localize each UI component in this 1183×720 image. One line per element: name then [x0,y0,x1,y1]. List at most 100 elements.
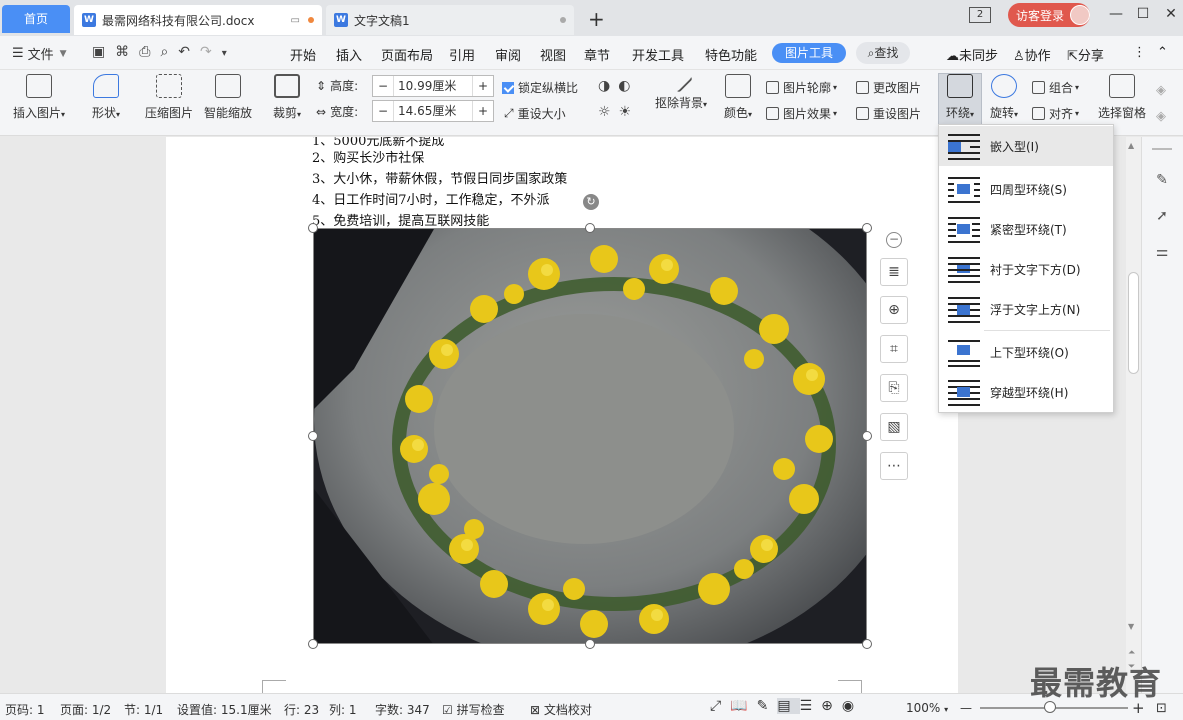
resize-handle-bottom[interactable] [585,639,595,649]
resize-handle-top-left[interactable] [308,223,318,233]
width-stepper[interactable]: − 14.65厘米 + [372,100,494,122]
more-tools-icon[interactable]: ⋯ [880,452,908,480]
layout-options-icon[interactable]: ≣ [880,258,908,286]
pen-icon[interactable]: ✎ [1154,172,1170,188]
width-input[interactable]: 14.65厘米 [393,101,473,121]
rotate-button[interactable]: 旋转▾ [986,74,1022,121]
maximize-button[interactable]: ☐ [1133,6,1153,22]
remove-background-button[interactable]: 抠除背景▾ [652,68,710,111]
reading-mode-icon[interactable]: 📖 [730,698,756,714]
vertical-scrollbar[interactable] [1126,137,1141,693]
sync-status[interactable]: ☁未同步 [946,45,998,64]
wrap-option-tight[interactable]: 紧密型环绕(T) [939,209,1113,249]
selected-picture[interactable] [313,228,867,644]
align-button[interactable]: 对齐 ▾ [1032,105,1079,122]
resize-handle-left[interactable] [308,431,318,441]
brightness-up-icon[interactable]: ☼ [598,104,619,120]
format-painter-icon[interactable]: ⌘ [115,44,139,60]
collapse-ribbon-icon[interactable]: ⌃ [1157,45,1168,60]
width-increment-button[interactable]: + [473,104,493,118]
wrap-option-in-front[interactable]: 浮于文字上方(N) [939,289,1113,329]
window-count-badge[interactable]: 2 [969,7,991,23]
visitor-login-button[interactable]: 访客登录 [1008,3,1090,27]
quick-access-toolbar[interactable]: ▣⌘⎙⌕↶↷▾ [92,44,237,60]
tab-other-document[interactable]: W 文字文稿1 [326,5,574,35]
print-icon[interactable]: ⎙ [139,44,160,60]
rotate-handle-icon[interactable]: ↻ [583,194,599,210]
reset-size-button[interactable]: ⤢ 重设大小 [504,105,566,122]
compress-picture-button[interactable]: 压缩图片 [143,74,195,121]
height-decrement-button[interactable]: − [373,79,393,93]
color-button[interactable]: 颜色▾ [720,74,756,121]
contrast-up-icon[interactable]: ◑ [598,78,618,94]
menu-item-review[interactable]: 审阅 [495,45,521,64]
view-mode-buttons[interactable]: ⤢📖✎▤☰⊕◉ [710,698,863,714]
doc-line-4[interactable]: 4、日工作时间7小时，工作稳定，不外派 [312,189,550,208]
menu-item-layout[interactable]: 页面布局 [381,45,433,64]
sliders-icon[interactable]: ⚌ [1154,244,1170,260]
picture-edit-icon[interactable]: ▧ [880,413,908,441]
shape-button[interactable]: 形状▾ [86,74,126,121]
picture-outline-button[interactable]: 图片轮廓 ▾ [766,79,837,96]
crop-tool-icon[interactable]: ⌗ [880,335,908,363]
bring-forward-icon[interactable]: ◈ [1156,78,1166,104]
tab-picture-tools[interactable]: 图片工具 [772,43,846,63]
wrap-text-button-content[interactable]: 环绕▾ [940,74,980,121]
selection-pane-button[interactable]: 选择窗格 [1096,74,1148,121]
status-page-number[interactable]: 页码: 1 [5,701,45,718]
height-stepper[interactable]: − 10.99厘米 + [372,75,494,97]
doc-line-5[interactable]: 5、免费培训，提高互联网技能 [312,210,489,229]
menu-item-view[interactable]: 视图 [540,45,566,64]
resize-handle-top-right[interactable] [862,223,872,233]
tab-home[interactable]: 首页 [2,5,70,33]
picture-to-text-icon[interactable]: ⎘ [880,374,908,402]
undo-icon[interactable]: ↶ [178,44,200,60]
close-button[interactable]: ✕ [1161,6,1181,22]
layer-order-icons[interactable]: ◈ ◈ [1156,78,1166,130]
search-button[interactable]: ⌕查找 [856,42,910,64]
wrap-option-inline[interactable]: 嵌入型(I) [939,126,1113,166]
change-picture-button[interactable]: 更改图片 [856,79,921,96]
wrap-option-square[interactable]: 四周型环绕(S) [939,169,1113,209]
scrollbar-thumb[interactable] [1128,272,1139,374]
contrast-down-icon[interactable]: ◐ [618,78,638,94]
save-icon[interactable]: ▣ [92,44,115,60]
zoom-in-icon[interactable]: ⊕ [880,296,908,324]
eye-protection-icon[interactable]: ◉ [842,698,863,714]
doc-line-3[interactable]: 3、大小休，带薪休假，节假日同步国家政策 [312,168,567,187]
monitor-icon[interactable]: ▭ [291,15,300,26]
more-icon[interactable]: ▾ [222,48,237,59]
status-page-count[interactable]: 页面: 1/2 [60,701,111,718]
zoom-level[interactable]: 100% ▾ [906,701,948,715]
collapse-toolbar-icon[interactable]: − [886,232,902,248]
document-proof-button[interactable]: ⊠ 文档校对 [530,701,592,718]
brightness-group[interactable]: ☼☀ [598,104,639,120]
status-column[interactable]: 列: 1 [329,701,357,718]
lock-ratio-checkbox[interactable]: 锁定纵横比 [502,79,578,96]
collaborate-button[interactable]: ♙协作 [1013,45,1051,64]
scroll-up-icon[interactable]: ▲ [1128,141,1134,150]
scroll-down-icon[interactable]: ▼ [1128,622,1134,631]
menu-item-special[interactable]: 特色功能 [705,45,757,64]
web-view-icon[interactable]: ⊕ [821,698,842,714]
brightness-down-icon[interactable]: ☀ [619,104,640,120]
resize-handle-bottom-right[interactable] [862,639,872,649]
height-input[interactable]: 10.99厘米 [393,76,473,96]
menu-item-insert[interactable]: 插入 [336,45,362,64]
minimize-button[interactable]: — [1106,6,1126,22]
resize-handle-top[interactable] [585,223,595,233]
menu-item-start[interactable]: 开始 [290,45,316,64]
tab-dot-icon[interactable] [560,17,566,23]
edit-mode-icon[interactable]: ✎ [757,698,778,714]
status-setting[interactable]: 设置值: 15.1厘米 [177,701,272,718]
status-row[interactable]: 行: 23 [284,701,319,718]
crop-button[interactable]: 裁剪▾ [270,74,304,121]
new-tab-button[interactable]: + [588,8,605,30]
insert-picture-button[interactable]: 插入图片▾ [8,74,70,121]
smart-scale-button[interactable]: 智能缩放 [202,74,254,121]
status-word-count[interactable]: 字数: 347 [375,701,430,718]
brightness-contrast-group[interactable]: ◑◐ [598,78,638,94]
cursor-icon[interactable]: ➚ [1154,208,1170,224]
wrap-option-top-bottom[interactable]: 上下型环绕(O) [939,332,1113,372]
doc-line-2[interactable]: 2、购买长沙市社保 [312,147,424,166]
